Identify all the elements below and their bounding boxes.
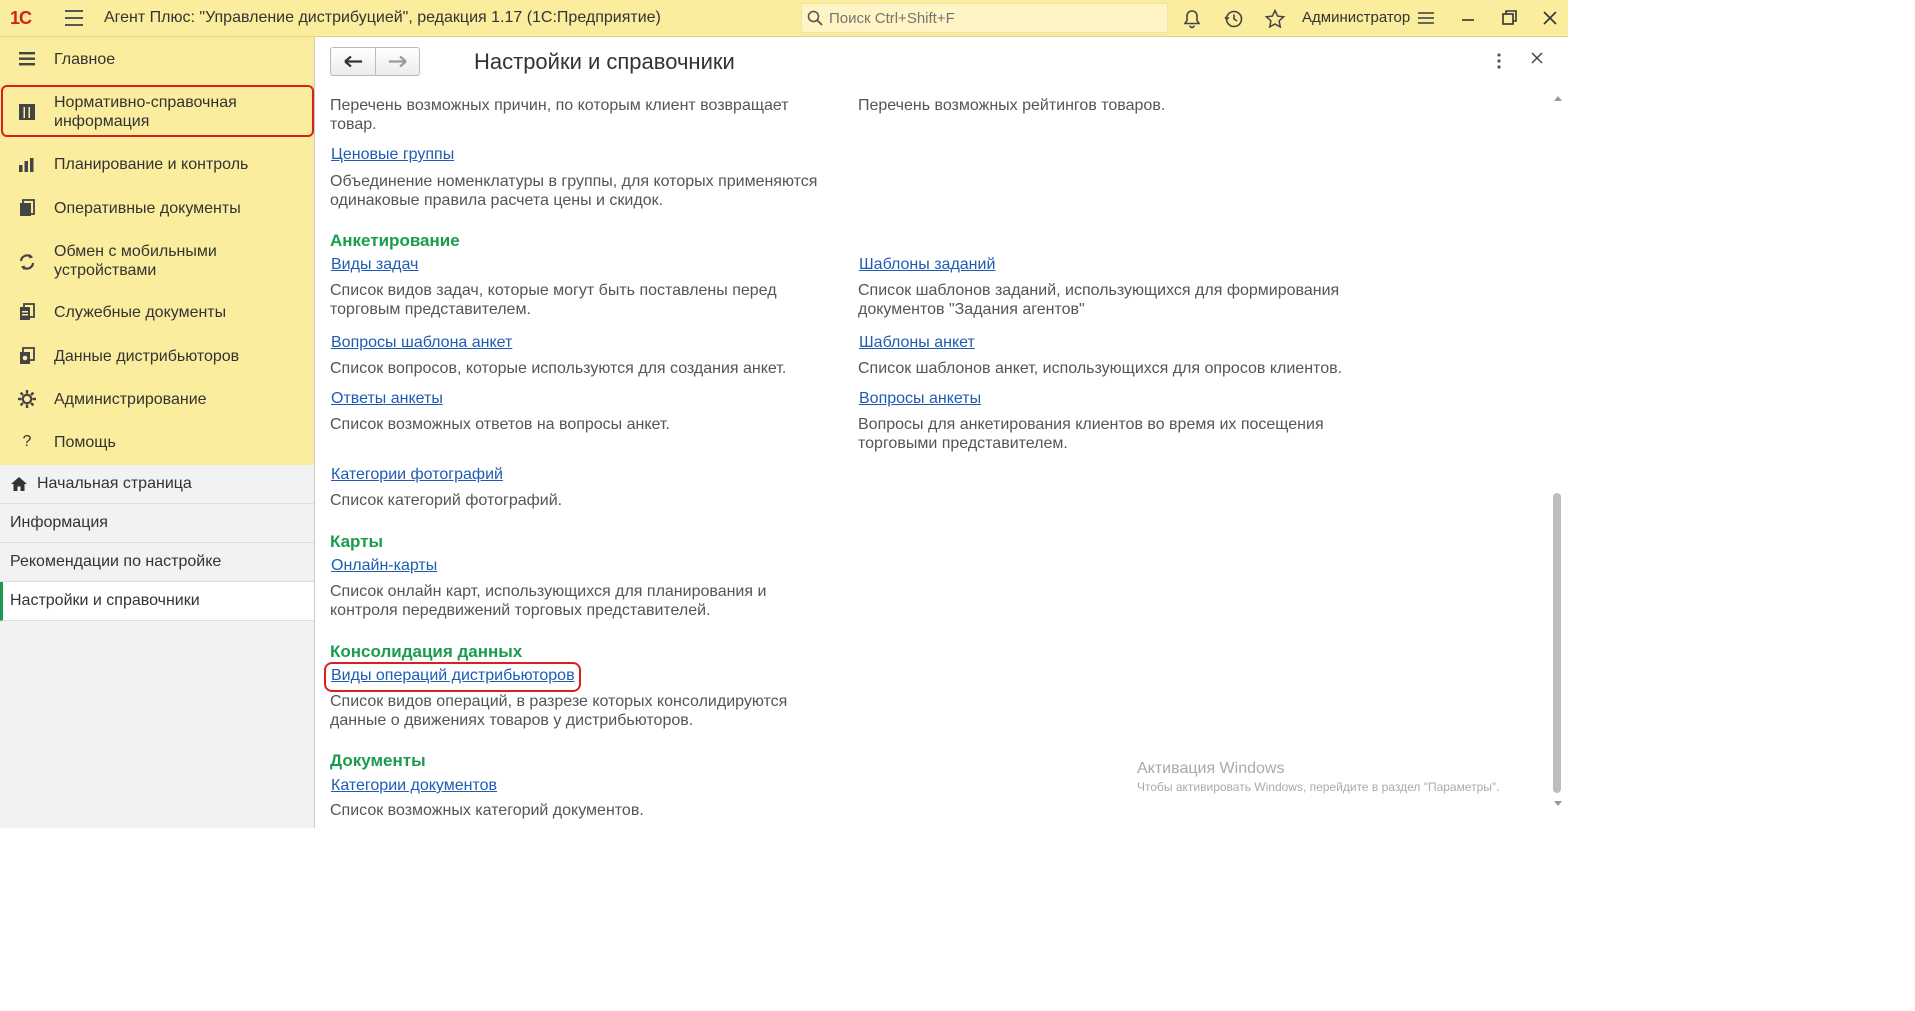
windows-activation-text: Чтобы активировать Windows, перейдите в … — [1137, 780, 1500, 794]
item-description: Вопросы для анкетирования клиентов во вр… — [858, 416, 1324, 452]
section-label: Главное — [54, 51, 116, 68]
documents-icon — [20, 199, 35, 216]
minimize-icon[interactable] — [1456, 6, 1480, 30]
section-label: Администрирование — [54, 391, 207, 408]
sidebar: Главное Нормативно-справочная информация… — [0, 37, 315, 828]
link-online-maps[interactable]: Онлайн-карты — [331, 557, 437, 575]
link-document-categories[interactable]: Категории документов — [331, 777, 497, 795]
link-price-groups[interactable]: Ценовые группы — [331, 146, 454, 164]
link-task-templates[interactable]: Шаблоны заданий — [859, 256, 995, 274]
link-survey-templates[interactable]: Шаблоны анкет — [859, 334, 975, 352]
scroll-up-icon[interactable] — [1553, 94, 1563, 102]
page-title: Настройки и справочники — [474, 49, 735, 74]
distributor-data-icon — [20, 347, 35, 364]
link-survey-questions[interactable]: Вопросы анкеты — [859, 390, 981, 408]
close-icon[interactable] — [1529, 50, 1545, 66]
search-icon — [807, 10, 823, 26]
user-name[interactable]: Администратор — [1302, 9, 1410, 26]
section-service-docs[interactable]: Служебные документы — [0, 302, 314, 326]
group-title-documents: Документы — [330, 751, 426, 770]
item-description: Список онлайн карт, использующихся для п… — [330, 583, 767, 619]
history-nav — [330, 47, 420, 76]
section-label: Данные дистрибьюторов — [54, 348, 240, 365]
search-input[interactable] — [829, 8, 1159, 28]
main-panel: Настройки и справочники Перечень возможн… — [316, 37, 1568, 828]
item-description: Список вопросов, которые используются дл… — [330, 360, 787, 377]
section-label: Служебные документы — [54, 304, 227, 321]
history-icon[interactable] — [1223, 8, 1245, 30]
item-description: Список возможных ответов на вопросы анке… — [330, 416, 670, 433]
section-mobile-exchange[interactable]: Обмен с мобильными устройствами — [0, 241, 314, 283]
scroll-thumb[interactable] — [1553, 493, 1561, 793]
star-icon[interactable] — [1264, 8, 1286, 30]
section-label: Планирование и контроль — [54, 156, 249, 173]
title-bar: 1С Агент Плюс: "Управление дистрибуцией"… — [0, 0, 1568, 37]
open-page-label: Начальная страница — [37, 475, 192, 492]
service-docs-icon — [20, 303, 35, 320]
settings-lines-icon[interactable] — [1414, 6, 1438, 30]
bar-chart-icon — [19, 158, 34, 172]
link-survey-template-questions[interactable]: Вопросы шаблона анкет — [331, 334, 512, 352]
gear-icon — [18, 390, 36, 408]
open-page-information[interactable]: Информация — [0, 504, 314, 543]
menu-lines-icon — [19, 52, 35, 66]
section-main[interactable]: Главное — [0, 49, 314, 73]
open-page-setup-recommendations[interactable]: Рекомендации по настройке — [0, 543, 314, 582]
sections-panel: Главное Нормативно-справочная информация… — [0, 37, 314, 465]
section-label-line1: Обмен с мобильными — [54, 243, 217, 260]
section-label: Помощь — [54, 434, 116, 451]
home-icon — [11, 477, 27, 491]
page-content: Перечень возможных причин, по которым кл… — [316, 85, 1554, 828]
more-vertical-icon[interactable] — [1496, 52, 1502, 70]
sync-icon — [19, 254, 35, 270]
restore-icon[interactable] — [1497, 6, 1521, 30]
item-description: Список категорий фотографий. — [330, 492, 563, 509]
1c-logo: 1С — [10, 8, 32, 28]
forward-arrow-icon[interactable] — [376, 48, 420, 75]
highlight-frame — [1, 85, 314, 137]
question-icon: ? — [22, 433, 32, 450]
item-description: Список возможных категорий документов. — [330, 802, 644, 819]
section-help[interactable]: ? Помощь — [0, 432, 314, 456]
item-description: Список видов операций, в разрезе которых… — [330, 693, 788, 729]
section-administration[interactable]: Администрирование — [0, 389, 314, 413]
item-description: Список видов задач, которые могут быть п… — [330, 282, 777, 318]
item-description: Перечень возможных рейтингов товаров. — [858, 97, 1166, 114]
item-description: Список шаблонов анкет, использующихся дл… — [858, 360, 1343, 377]
open-page-label: Настройки и справочники — [10, 592, 200, 609]
search-box[interactable] — [801, 3, 1168, 33]
bell-icon[interactable] — [1181, 8, 1203, 30]
section-distributor-data[interactable]: Данные дистрибьюторов — [0, 346, 314, 370]
item-description: Перечень возможных причин, по которым кл… — [330, 97, 789, 133]
group-title-maps: Карты — [330, 532, 384, 551]
open-page-label: Рекомендации по настройке — [10, 553, 222, 570]
highlight-frame — [324, 662, 581, 692]
item-description: Объединение номенклатуры в группы, для к… — [330, 173, 818, 209]
group-title-consolidation: Консолидация данных — [330, 642, 523, 661]
section-planning[interactable]: Планирование и контроль — [0, 154, 314, 178]
app-title: Агент Плюс: "Управление дистрибуцией", р… — [104, 9, 661, 26]
section-operational-docs[interactable]: Оперативные документы — [0, 198, 314, 222]
main-menu-icon[interactable] — [65, 10, 83, 26]
scroll-down-icon[interactable] — [1553, 800, 1563, 808]
link-task-types[interactable]: Виды задач — [331, 256, 418, 274]
section-label: Оперативные документы — [54, 200, 241, 217]
close-window-icon[interactable] — [1538, 6, 1562, 30]
section-label-line2: устройствами — [54, 262, 157, 279]
link-survey-answers[interactable]: Ответы анкеты — [331, 390, 443, 408]
group-title-survey: Анкетирование — [330, 231, 460, 250]
open-page-settings-references[interactable]: Настройки и справочники — [0, 582, 314, 621]
link-photo-categories[interactable]: Категории фотографий — [331, 466, 503, 484]
open-page-home[interactable]: Начальная страница — [0, 465, 314, 504]
item-description: Список шаблонов заданий, использующихся … — [858, 282, 1340, 318]
windows-activation-title: Активация Windows — [1137, 760, 1285, 777]
open-page-label: Информация — [10, 514, 108, 531]
back-arrow-icon[interactable] — [331, 48, 375, 75]
